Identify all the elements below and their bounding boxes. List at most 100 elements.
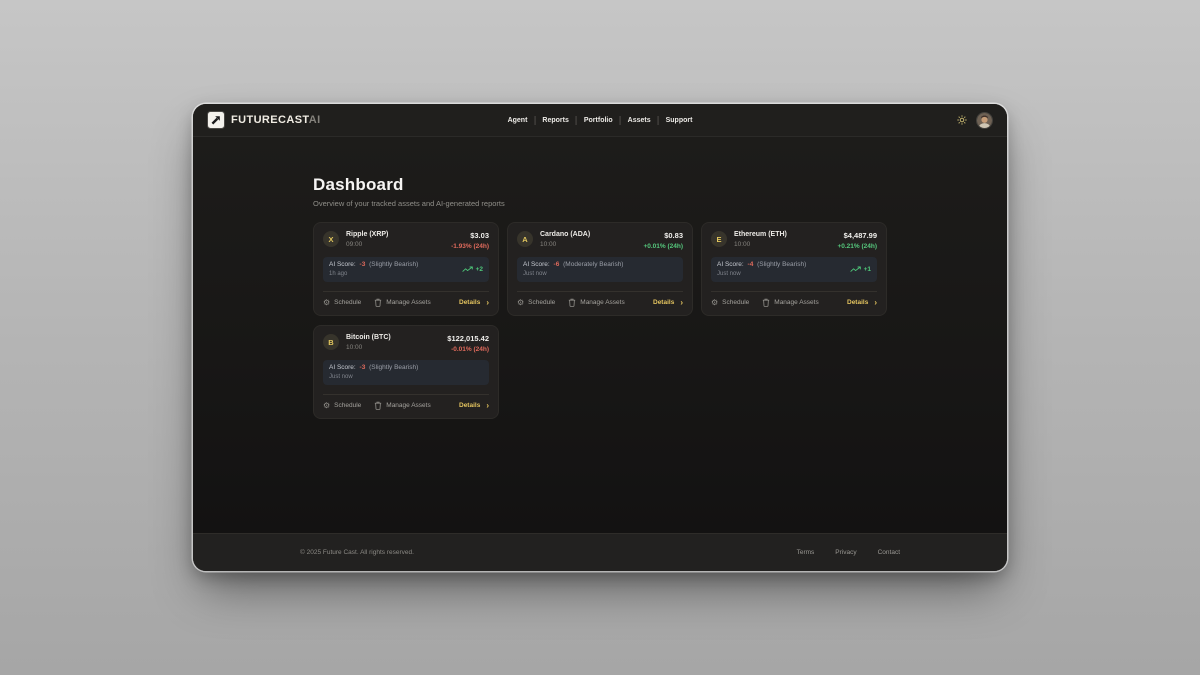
ai-score-text: AI Score: -6 (Moderately Bearish) Just n… xyxy=(523,261,623,277)
asset-card: X Ripple (XRP) 09:00 $3.03 -1.93% (24h) … xyxy=(313,222,499,316)
asset-name: Ethereum (ETH) xyxy=(734,231,787,238)
score-delta: +1 xyxy=(864,266,871,273)
asset-initial-badge: X xyxy=(323,231,339,247)
asset-time: 10:00 xyxy=(734,241,787,248)
chevron-right-icon: › xyxy=(680,299,683,307)
chevron-right-icon: › xyxy=(486,299,489,307)
header-right xyxy=(957,113,992,128)
price-block: $122,015.42 -0.01% (24h) xyxy=(447,334,489,353)
asset-initial-badge: B xyxy=(323,334,339,350)
asset-price: $3.03 xyxy=(451,231,489,240)
brand-suffix: AI xyxy=(309,114,321,126)
details-button[interactable]: Details › xyxy=(459,299,489,307)
manage-assets-button[interactable]: Manage Assets xyxy=(568,298,624,307)
ai-score-value: -6 xyxy=(554,261,560,268)
avatar-image xyxy=(977,113,992,128)
manage-assets-button[interactable]: Manage Assets xyxy=(374,298,430,307)
schedule-button[interactable]: ⚙ Schedule xyxy=(323,299,361,307)
asset-card: A Cardano (ADA) 10:00 $0.83 +0.01% (24h)… xyxy=(507,222,693,316)
footer-link-terms[interactable]: Terms xyxy=(797,549,815,556)
manage-assets-label: Manage Assets xyxy=(386,299,430,306)
app-header: FUTURECASTAI AgentReportsPortfolioAssets… xyxy=(193,104,1007,137)
nav-item-reports[interactable]: Reports xyxy=(535,114,575,127)
ai-sentiment: (Slightly Bearish) xyxy=(757,261,806,268)
page-subtitle: Overview of your tracked assets and AI-g… xyxy=(313,199,887,208)
trash-icon xyxy=(374,401,382,410)
manage-assets-label: Manage Assets xyxy=(386,402,430,409)
footer-links: Terms Privacy Contact xyxy=(797,549,900,556)
card-header: E Ethereum (ETH) 10:00 $4,487.99 +0.21% … xyxy=(711,231,877,250)
card-actions: ⚙ Schedule Manage Assets Details › xyxy=(323,291,489,307)
details-label: Details xyxy=(847,299,868,306)
asset-price: $4,487.99 xyxy=(837,231,877,240)
details-button[interactable]: Details › xyxy=(653,299,683,307)
score-delta: +2 xyxy=(476,266,483,273)
ai-score-box: AI Score: -6 (Moderately Bearish) Just n… xyxy=(517,257,683,282)
asset-identity: Ripple (XRP) 09:00 xyxy=(346,231,388,248)
schedule-button[interactable]: ⚙ Schedule xyxy=(711,299,749,307)
nav-item-portfolio[interactable]: Portfolio xyxy=(577,114,620,127)
chevron-right-icon: › xyxy=(486,402,489,410)
schedule-button[interactable]: ⚙ Schedule xyxy=(323,402,361,410)
asset-identity: Ethereum (ETH) 10:00 xyxy=(734,231,787,248)
schedule-button[interactable]: ⚙ Schedule xyxy=(517,299,555,307)
footer-link-contact[interactable]: Contact xyxy=(878,549,900,556)
ai-score-box: AI Score: -3 (Slightly Bearish) Just now xyxy=(323,360,489,385)
ai-score-value: -3 xyxy=(360,364,366,371)
trash-icon xyxy=(568,298,576,307)
ai-score-box: AI Score: -4 (Slightly Bearish) Just now… xyxy=(711,257,877,282)
main-nav: AgentReportsPortfolioAssetsSupport xyxy=(501,114,700,127)
nav-item-agent[interactable]: Agent xyxy=(501,114,535,127)
ai-score-text: AI Score: -3 (Slightly Bearish) Just now xyxy=(329,364,418,380)
card-header: B Bitcoin (BTC) 10:00 $122,015.42 -0.01%… xyxy=(323,334,489,353)
nav-item-support[interactable]: Support xyxy=(659,114,700,127)
manage-assets-button[interactable]: Manage Assets xyxy=(762,298,818,307)
asset-card: B Bitcoin (BTC) 10:00 $122,015.42 -0.01%… xyxy=(313,325,499,419)
trash-icon xyxy=(762,298,770,307)
theme-toggle-button[interactable] xyxy=(957,115,967,125)
price-block: $4,487.99 +0.21% (24h) xyxy=(837,231,877,250)
manage-assets-button[interactable]: Manage Assets xyxy=(374,401,430,410)
asset-identity: Cardano (ADA) 10:00 xyxy=(540,231,590,248)
asset-price: $0.83 xyxy=(643,231,683,240)
card-header: X Ripple (XRP) 09:00 $3.03 -1.93% (24h) xyxy=(323,231,489,250)
ai-score-label: AI Score: xyxy=(523,261,550,268)
trending-up-icon xyxy=(850,266,861,273)
gear-icon: ⚙ xyxy=(323,402,330,410)
ai-sentiment: (Slightly Bearish) xyxy=(369,261,418,268)
asset-price: $122,015.42 xyxy=(447,334,489,343)
ai-score-age: Just now xyxy=(329,374,418,380)
price-change: -0.01% (24h) xyxy=(447,346,489,353)
card-actions: ⚙ Schedule Manage Assets Details › xyxy=(711,291,877,307)
arrow-up-right-icon xyxy=(211,115,221,125)
ai-score-age: Just now xyxy=(523,271,623,277)
ai-score-value: -4 xyxy=(748,261,754,268)
manage-assets-label: Manage Assets xyxy=(580,299,624,306)
ai-score-label: AI Score: xyxy=(329,364,356,371)
brand-name: FUTURECASTAI xyxy=(231,114,321,126)
asset-name: Cardano (ADA) xyxy=(540,231,590,238)
ai-score-label: AI Score: xyxy=(717,261,744,268)
details-button[interactable]: Details › xyxy=(847,299,877,307)
ai-sentiment: (Slightly Bearish) xyxy=(369,364,418,371)
app-window: FUTURECASTAI AgentReportsPortfolioAssets… xyxy=(193,104,1007,571)
ai-score-text: AI Score: -3 (Slightly Bearish) 1h ago xyxy=(329,261,418,277)
main-area: Dashboard Overview of your tracked asset… xyxy=(193,137,1007,533)
asset-time: 10:00 xyxy=(346,344,391,351)
brand[interactable]: FUTURECASTAI xyxy=(208,112,321,128)
score-trend: +2 xyxy=(462,266,483,273)
details-label: Details xyxy=(459,402,480,409)
manage-assets-label: Manage Assets xyxy=(774,299,818,306)
asset-identity: Bitcoin (BTC) 10:00 xyxy=(346,334,391,351)
footer-link-privacy[interactable]: Privacy xyxy=(835,549,856,556)
card-actions: ⚙ Schedule Manage Assets Details › xyxy=(517,291,683,307)
schedule-label: Schedule xyxy=(334,299,361,306)
nav-item-assets[interactable]: Assets xyxy=(621,114,658,127)
copyright-text: © 2025 Future Cast. All rights reserved. xyxy=(300,549,414,556)
details-label: Details xyxy=(459,299,480,306)
asset-time: 10:00 xyxy=(540,241,590,248)
asset-initial-badge: A xyxy=(517,231,533,247)
details-label: Details xyxy=(653,299,674,306)
details-button[interactable]: Details › xyxy=(459,402,489,410)
user-avatar[interactable] xyxy=(977,113,992,128)
